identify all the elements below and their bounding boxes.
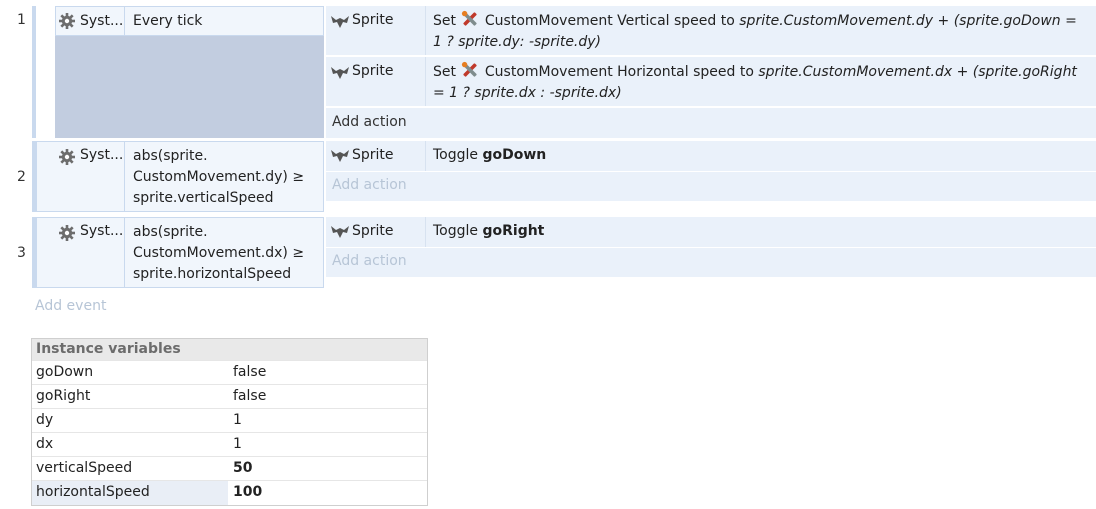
action-expression-cont: 1 ? sprite.dy: -sprite.dy) (433, 34, 602, 50)
condition-text: abs(sprite. CustomMovement.dx) ≥ sprite.… (133, 222, 304, 285)
action-description: Set CustomMovement Vertical speed to spr… (433, 10, 1088, 53)
condition-line: abs(sprite. (133, 224, 208, 240)
action-object: Sprite (352, 63, 394, 79)
column-divider (425, 141, 426, 171)
action-verb: Set (433, 64, 456, 80)
gear-icon (58, 148, 76, 166)
sprite-icon (331, 16, 349, 28)
add-action-link[interactable]: Add action (332, 177, 407, 193)
condition-line: sprite.verticalSpeed (133, 190, 274, 206)
action-object: Sprite (352, 12, 394, 28)
variable-name: horizontalSpeed (32, 481, 228, 505)
condition-row[interactable]: Syst... abs(sprite. CustomMovement.dx) ≥… (36, 217, 324, 288)
action-row[interactable]: Sprite Set CustomMovement Vertical speed… (326, 6, 1096, 55)
action-description: Set CustomMovement Horizontal speed to s… (433, 61, 1088, 104)
action-row[interactable]: Sprite Set CustomMovement Horizontal spe… (326, 57, 1096, 106)
gear-icon (58, 12, 76, 30)
variable-name: goRight (36, 388, 91, 404)
column-divider (124, 142, 125, 211)
condition-row[interactable]: Syst... abs(sprite. CustomMovement.dy) ≥… (36, 141, 324, 212)
condition-object: Syst... (80, 223, 124, 239)
condition-text: Every tick (133, 13, 203, 29)
instance-variables-header: Instance variables (32, 339, 427, 360)
column-divider (124, 218, 125, 287)
action-variable: goDown (482, 147, 547, 163)
variable-name: goDown (36, 364, 94, 380)
variable-row[interactable]: goRight false (32, 384, 427, 408)
condition-row[interactable]: Syst... Every tick (55, 6, 324, 36)
condition-text: abs(sprite. CustomMovement.dy) ≥ sprite.… (133, 146, 304, 209)
variable-value[interactable]: 100 (233, 484, 262, 500)
event-1-condition-block[interactable]: Syst... Every tick (32, 6, 324, 138)
variable-name: dy (36, 412, 54, 428)
action-object: Sprite (352, 223, 394, 239)
column-divider (425, 6, 426, 55)
variable-value[interactable]: 1 (233, 436, 242, 452)
action-description: Toggle goRight (433, 221, 544, 242)
column-divider (124, 7, 125, 35)
condition-line: CustomMovement.dx) ≥ (133, 245, 305, 261)
tools-icon (462, 10, 478, 27)
add-action-row[interactable]: Add action (326, 108, 1096, 138)
add-action-row[interactable]: Add action (326, 172, 1096, 201)
variable-value[interactable]: false (233, 388, 266, 404)
condition-object: Syst... (80, 13, 124, 29)
event-2-condition-block[interactable]: Syst... abs(sprite. CustomMovement.dy) ≥… (32, 141, 324, 212)
column-divider (425, 217, 426, 247)
sprite-icon (331, 226, 349, 238)
instance-variables-panel: Instance variables goDown false goRight … (31, 338, 428, 506)
action-behavior: CustomMovement Vertical speed to (484, 13, 735, 29)
variable-row[interactable]: dx 1 (32, 432, 427, 456)
add-event-link[interactable]: Add event (35, 298, 106, 314)
add-action-link[interactable]: Add action (332, 114, 407, 130)
action-behavior: CustomMovement Horizontal speed to (484, 64, 754, 80)
variable-name: verticalSpeed (36, 460, 133, 476)
condition-object: Syst... (80, 147, 124, 163)
sprite-icon (331, 150, 349, 162)
event-3-condition-block[interactable]: Syst... abs(sprite. CustomMovement.dx) ≥… (32, 217, 324, 288)
variable-row[interactable]: horizontalSpeed 100 (32, 480, 427, 505)
event-margin (32, 6, 36, 138)
action-expression: sprite.CustomMovement.dx + (sprite.goRig… (758, 64, 1077, 80)
event-number: 2 (17, 169, 26, 185)
column-divider (425, 57, 426, 106)
variable-value[interactable]: false (233, 364, 266, 380)
add-action-row[interactable]: Add action (326, 248, 1096, 277)
action-verb: Toggle (433, 223, 479, 239)
action-variable: goRight (482, 223, 545, 239)
condition-line: abs(sprite. (133, 148, 208, 164)
action-expression: sprite.CustomMovement.dy + (sprite.goDow… (739, 13, 1077, 29)
action-row[interactable]: Sprite Toggle goRight (326, 217, 1096, 247)
action-verb: Toggle (433, 147, 479, 163)
event-number: 1 (17, 12, 26, 28)
condition-line: sprite.horizontalSpeed (133, 266, 292, 282)
variable-name: dx (36, 436, 54, 452)
gear-icon (58, 224, 76, 242)
variable-value[interactable]: 50 (233, 460, 252, 476)
add-action-link[interactable]: Add action (332, 253, 407, 269)
action-row[interactable]: Sprite Toggle goDown (326, 141, 1096, 171)
action-verb: Set (433, 13, 456, 29)
variable-row[interactable]: dy 1 (32, 408, 427, 432)
condition-line: CustomMovement.dy) ≥ (133, 169, 305, 185)
action-object: Sprite (352, 147, 394, 163)
sprite-icon (331, 67, 349, 79)
selected-event-area[interactable] (55, 36, 324, 138)
variable-row[interactable]: goDown false (32, 360, 427, 384)
action-expression-cont: = 1 ? sprite.dx : -sprite.dx) (433, 85, 622, 101)
variable-row[interactable]: verticalSpeed 50 (32, 456, 427, 480)
action-description: Toggle goDown (433, 145, 546, 166)
tools-icon (462, 61, 478, 78)
event-number: 3 (17, 245, 26, 261)
variable-value[interactable]: 1 (233, 412, 242, 428)
